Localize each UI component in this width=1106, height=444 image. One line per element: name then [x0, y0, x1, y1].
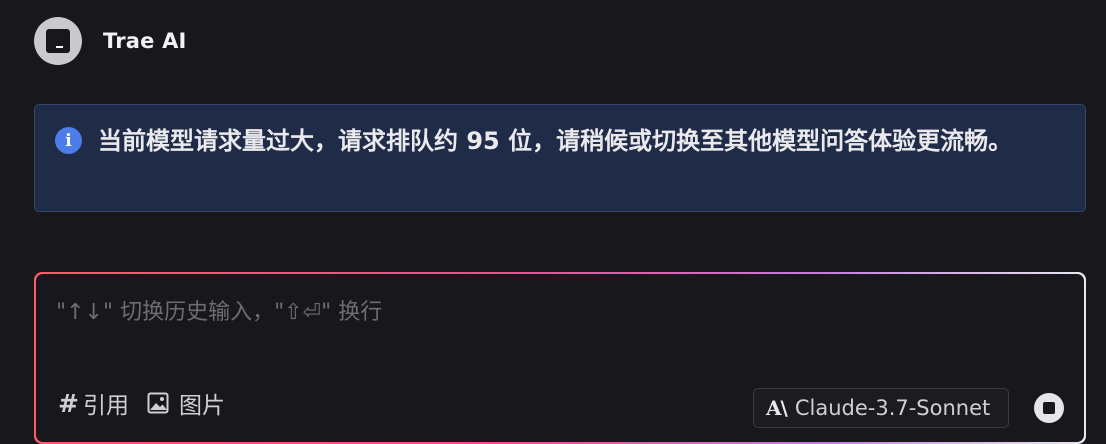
model-name: Claude-3.7-Sonnet [794, 396, 991, 420]
hash-icon: # [58, 388, 79, 418]
model-selector[interactable]: A\ Claude-3.7-Sonnet [753, 388, 1009, 428]
notice-message: 当前模型请求量过大，请求排队约 95 位，请稍候或切换至其他模型问答体验更流畅。 [98, 127, 1013, 155]
composer-toolbar: # 引用 图片 [58, 386, 225, 420]
reference-button[interactable]: # 引用 [58, 386, 129, 420]
stop-button[interactable] [1034, 393, 1064, 423]
header: Trae AI [34, 17, 187, 65]
image-icon [147, 392, 169, 414]
info-icon: i [55, 127, 82, 154]
avatar [34, 17, 82, 65]
app-title: Trae AI [103, 29, 187, 53]
image-label: 图片 [178, 393, 225, 419]
image-button[interactable]: 图片 [147, 386, 225, 420]
queue-notice: i 当前模型请求量过大，请求排队约 95 位，请稍候或切换至其他模型问答体验更流… [34, 104, 1086, 212]
reference-label: 引用 [82, 393, 129, 419]
composer: # 引用 图片 A\ Claude-3.7-Sonnet [34, 272, 1086, 444]
composer-box: # 引用 图片 A\ Claude-3.7-Sonnet [36, 274, 1084, 442]
chat-input[interactable] [56, 292, 1056, 332]
anthropic-logo-icon: A\ [766, 396, 788, 420]
terminal-square-icon [46, 29, 70, 53]
stop-icon [1043, 402, 1055, 414]
app-root: Trae AI i 当前模型请求量过大，请求排队约 95 位，请稍候或切换至其他… [0, 0, 1106, 444]
